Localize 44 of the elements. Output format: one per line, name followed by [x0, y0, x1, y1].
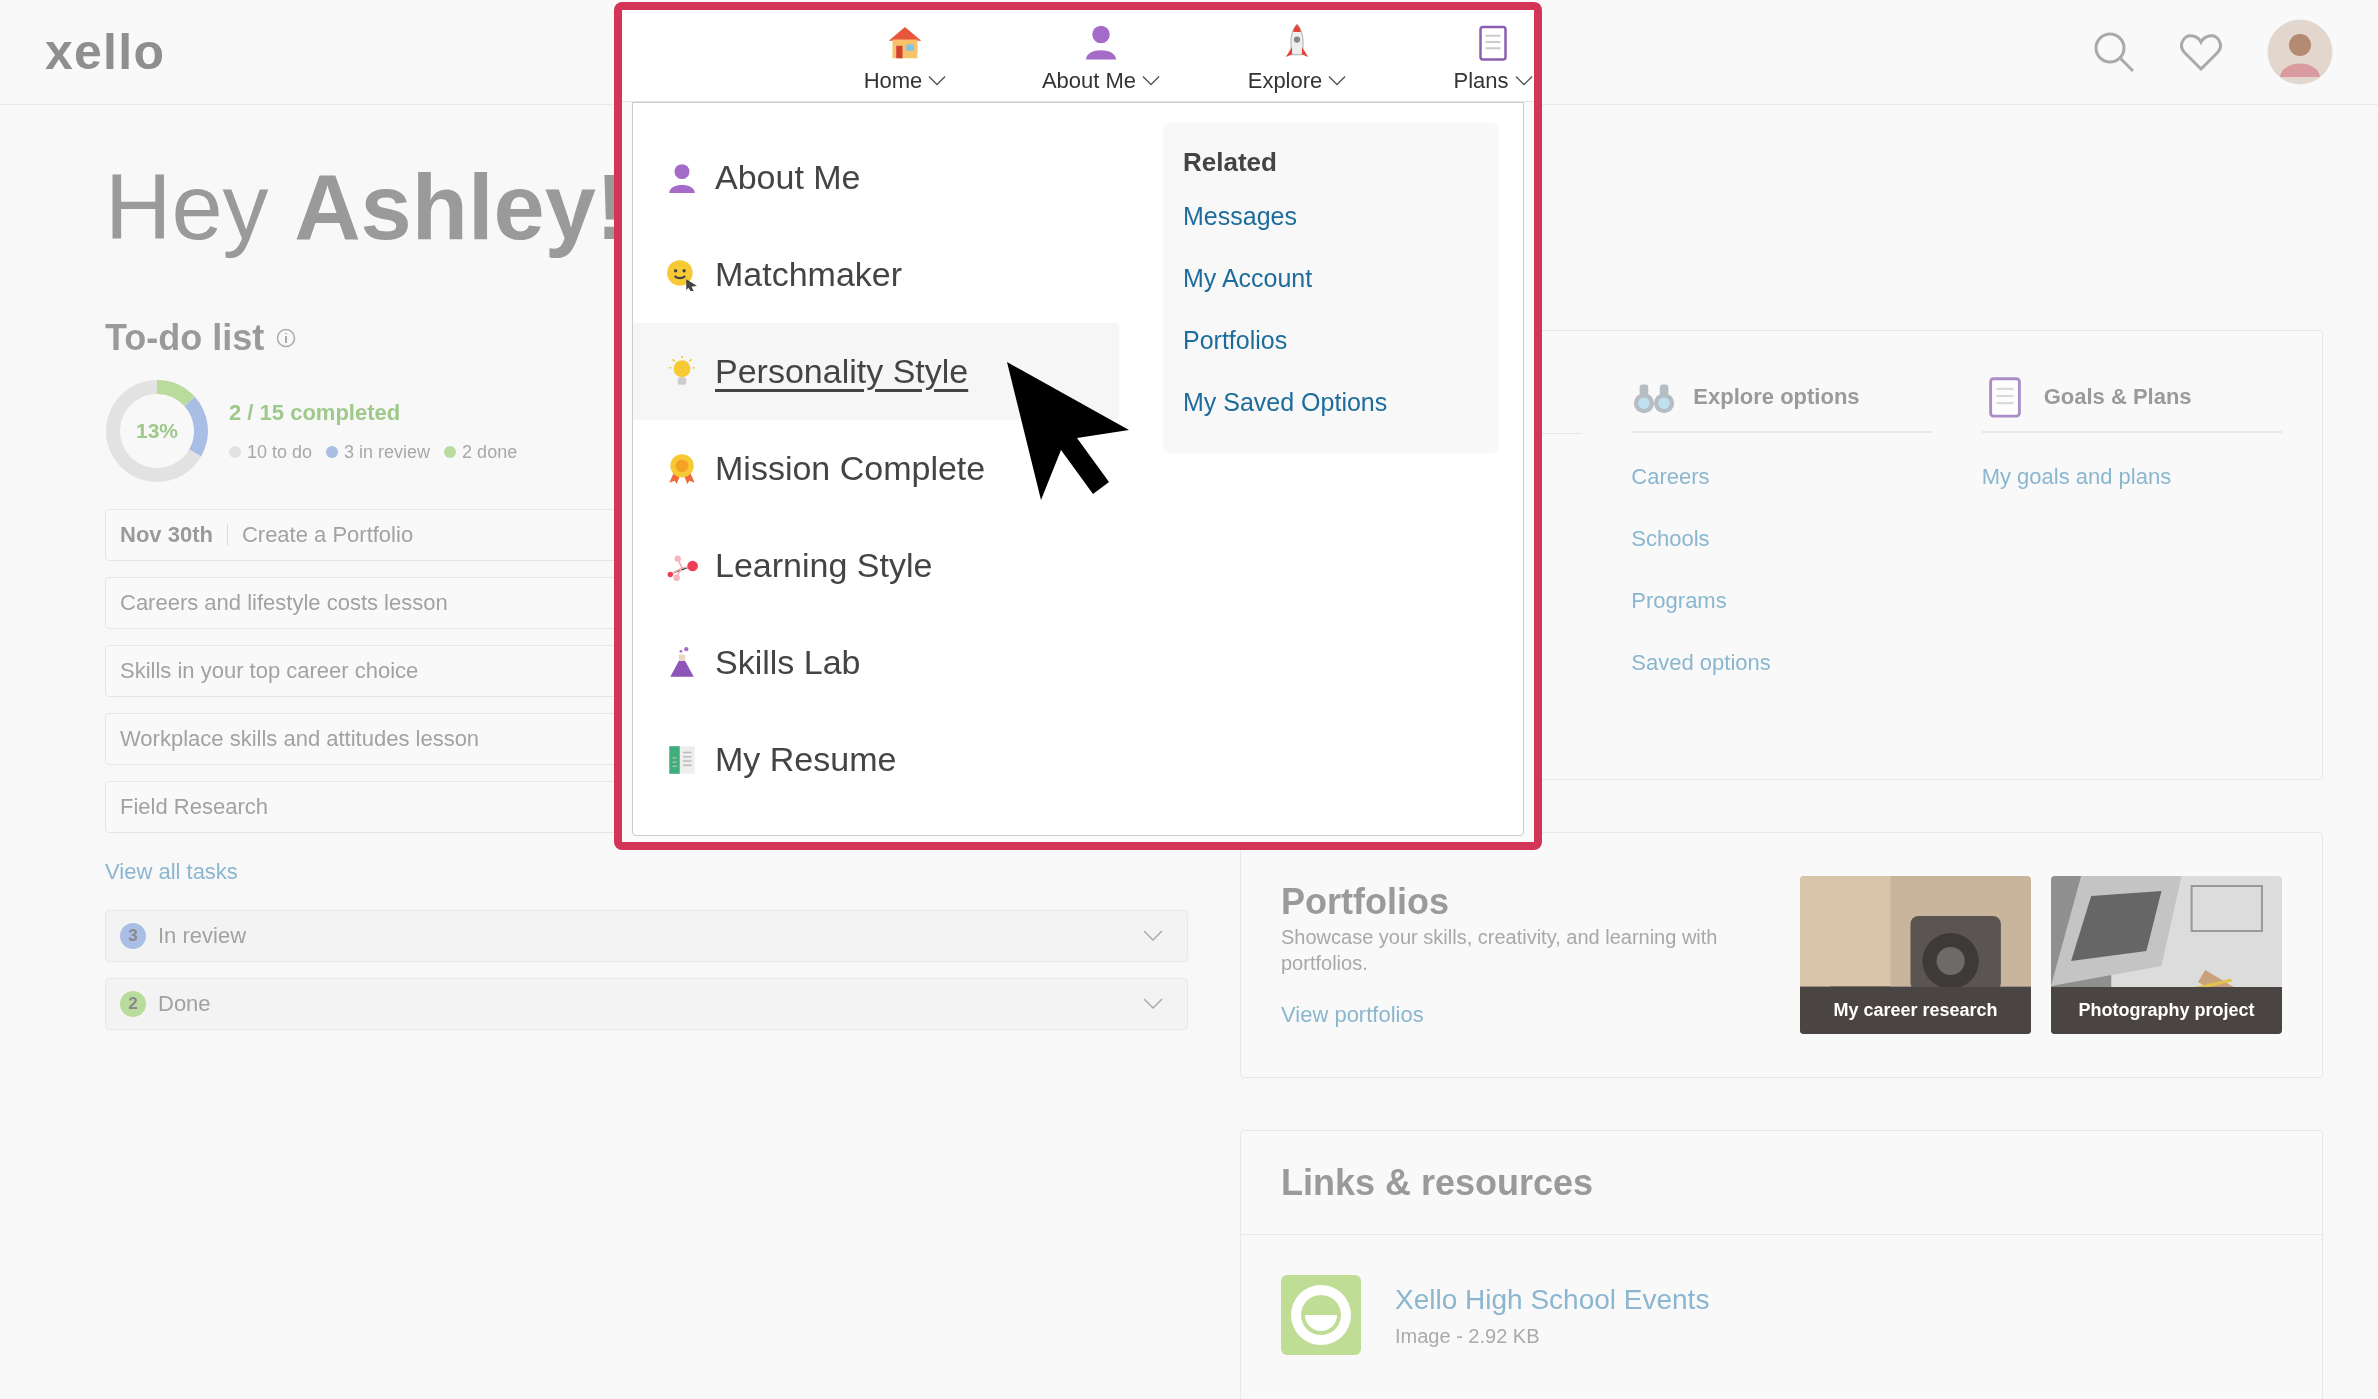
todo-title: To-do list [105, 315, 265, 360]
portfolio-caption: My career research [1800, 987, 2031, 1034]
nav-tab[interactable]: Plans [1422, 22, 1534, 97]
related-link[interactable]: My Saved Options [1183, 386, 1479, 418]
portfolios-description: Showcase your skills, creativity, and learning with portfolios. [1281, 925, 1719, 976]
menu-item[interactable]: Personality Style [633, 323, 1119, 420]
related-link[interactable]: My Account [1183, 262, 1479, 294]
portfolio-tile[interactable]: Photography project [2051, 876, 2282, 1034]
task-title: Skills in your top career choice [120, 657, 419, 686]
related-link[interactable]: Portfolios [1183, 324, 1479, 356]
menu-item[interactable]: My Resume [633, 711, 1119, 808]
related-link[interactable]: Messages [1183, 200, 1479, 232]
group-label: Done [158, 990, 211, 1019]
logo[interactable]: xello [45, 14, 166, 90]
menu-item[interactable]: Mission Complete [633, 420, 1119, 517]
menu-item[interactable]: About Me [633, 129, 1119, 226]
related-title: Related [1183, 146, 1278, 179]
task-title: Field Research [120, 793, 268, 822]
portfolio-tile[interactable]: My career research [1800, 876, 2031, 1034]
completion-summary: 2 / 15 completed [229, 398, 402, 427]
menu-item[interactable]: Matchmaker [633, 226, 1119, 323]
section-title: Explore options [1693, 382, 1860, 411]
task-title: Workplace skills and attitudes lesson [120, 725, 480, 754]
nav-tab[interactable]: Explore [1226, 22, 1368, 97]
menu-item[interactable]: Learning Style [633, 517, 1119, 614]
task-date: Nov 30th [120, 521, 213, 550]
greeting: Hey Ashley! [105, 155, 627, 260]
progress-percent: 13% [136, 418, 178, 445]
count-badge: 3 [120, 922, 146, 949]
count-badge: 2 [120, 990, 146, 1017]
menu-item[interactable]: Skills Lab [633, 614, 1119, 711]
resource-meta: Image - 2.92 KB [1395, 1324, 1541, 1349]
task-title: Careers and lifestyle costs lesson [120, 589, 448, 618]
portfolio-caption: Photography project [2051, 987, 2282, 1034]
task-title: Create a Portfolio [241, 521, 414, 550]
legend-label: 3 in review [344, 440, 431, 464]
nav-tab[interactable]: Home [834, 22, 976, 97]
resources-title: Links & resources [1241, 1131, 2322, 1235]
legend-label: 10 to do [247, 440, 313, 464]
nav-tab[interactable]: About Me [1030, 22, 1172, 97]
legend-label: 2 done [462, 440, 518, 464]
section-title: Goals & Plans [2043, 382, 2192, 411]
portfolios-title: Portfolios [1281, 880, 1450, 924]
group-label: In review [158, 922, 247, 951]
